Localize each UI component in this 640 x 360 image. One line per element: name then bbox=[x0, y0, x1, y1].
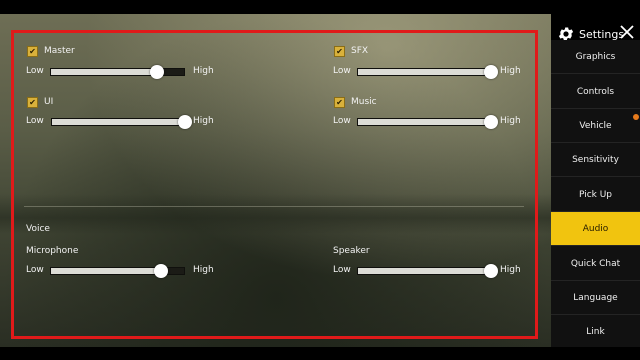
ui-low-label: Low bbox=[26, 116, 44, 126]
master-toggle[interactable]: ✔ Master bbox=[27, 44, 75, 58]
microphone-slider[interactable] bbox=[50, 264, 185, 278]
close-icon[interactable] bbox=[620, 25, 634, 39]
sidebar-item-label: Controls bbox=[576, 86, 615, 97]
music-slider-knob[interactable] bbox=[484, 115, 498, 129]
ui-slider[interactable] bbox=[51, 115, 192, 129]
sidebar-item-label: Vehicle bbox=[579, 120, 612, 131]
ui-label: UI bbox=[44, 97, 54, 107]
music-slider[interactable] bbox=[357, 115, 498, 129]
speaker-slider[interactable] bbox=[357, 264, 498, 278]
sidebar-item-label: Audio bbox=[582, 223, 609, 234]
audio-panel-highlight bbox=[11, 30, 538, 339]
microphone-high-label: High bbox=[193, 265, 214, 275]
sidebar-item-sensitivity[interactable]: Sensitivity bbox=[551, 143, 640, 177]
sidebar-item-vehicle[interactable]: Vehicle bbox=[551, 109, 640, 143]
master-label: Master bbox=[44, 46, 75, 56]
music-high-label: High bbox=[500, 116, 521, 126]
notification-dot bbox=[633, 114, 639, 120]
music-slider-fill bbox=[358, 119, 491, 125]
sidebar-item-label: Quick Chat bbox=[570, 258, 621, 269]
sfx-slider-knob[interactable] bbox=[484, 65, 498, 79]
settings-title: Settings bbox=[579, 27, 625, 41]
sidebar-item-language[interactable]: Language bbox=[551, 281, 640, 315]
sfx-low-label: Low bbox=[333, 66, 351, 76]
master-low-label: Low bbox=[26, 66, 44, 76]
ui-slider-knob[interactable] bbox=[178, 115, 192, 129]
sidebar-item-label: Sensitivity bbox=[572, 154, 619, 165]
sfx-toggle[interactable]: ✔ SFX bbox=[334, 44, 368, 58]
sfx-slider-fill bbox=[358, 69, 491, 75]
speaker-slider-knob[interactable] bbox=[484, 264, 498, 278]
sidebar-item-graphics[interactable]: Graphics bbox=[551, 40, 640, 74]
master-high-label: High bbox=[193, 66, 214, 76]
sidebar-item-pick-up[interactable]: Pick Up bbox=[551, 178, 640, 212]
section-divider bbox=[24, 206, 524, 207]
ui-checkbox[interactable]: ✔ bbox=[27, 96, 38, 108]
master-checkbox[interactable]: ✔ bbox=[27, 45, 38, 57]
settings-sidebar: Graphics Controls Vehicle Sensitivity Pi… bbox=[551, 40, 640, 349]
microphone-label: Microphone bbox=[26, 246, 79, 256]
speaker-slider-fill bbox=[358, 268, 491, 274]
speaker-high-label: High bbox=[500, 265, 521, 275]
ui-toggle[interactable]: ✔ UI bbox=[27, 95, 53, 109]
music-low-label: Low bbox=[333, 116, 351, 126]
master-slider-fill bbox=[51, 69, 158, 75]
master-slider[interactable] bbox=[50, 65, 185, 79]
speaker-label: Speaker bbox=[333, 246, 370, 256]
letterbox-bottom bbox=[0, 347, 640, 360]
ui-slider-fill bbox=[52, 119, 185, 125]
sfx-label: SFX bbox=[351, 46, 369, 56]
ui-high-label: High bbox=[193, 116, 214, 126]
music-checkbox[interactable]: ✔ bbox=[334, 96, 345, 108]
voice-heading: Voice bbox=[26, 224, 50, 234]
sidebar-item-audio[interactable]: Audio bbox=[551, 212, 640, 246]
microphone-slider-fill bbox=[51, 268, 162, 274]
sfx-checkbox[interactable]: ✔ bbox=[334, 45, 345, 57]
sidebar-item-quick-chat[interactable]: Quick Chat bbox=[551, 247, 640, 281]
microphone-low-label: Low bbox=[26, 265, 44, 275]
sfx-slider[interactable] bbox=[357, 65, 498, 79]
music-toggle[interactable]: ✔ Music bbox=[334, 95, 377, 109]
sfx-high-label: High bbox=[500, 66, 521, 76]
sidebar-item-controls[interactable]: Controls bbox=[551, 75, 640, 109]
sidebar-item-label: Link bbox=[586, 326, 605, 337]
sidebar-item-label: Pick Up bbox=[578, 189, 613, 200]
sidebar-item-label: Language bbox=[573, 292, 618, 303]
sidebar-item-label: Graphics bbox=[575, 51, 616, 62]
sidebar-item-link[interactable]: Link bbox=[551, 315, 640, 349]
music-label: Music bbox=[351, 97, 377, 107]
speaker-low-label: Low bbox=[333, 265, 351, 275]
